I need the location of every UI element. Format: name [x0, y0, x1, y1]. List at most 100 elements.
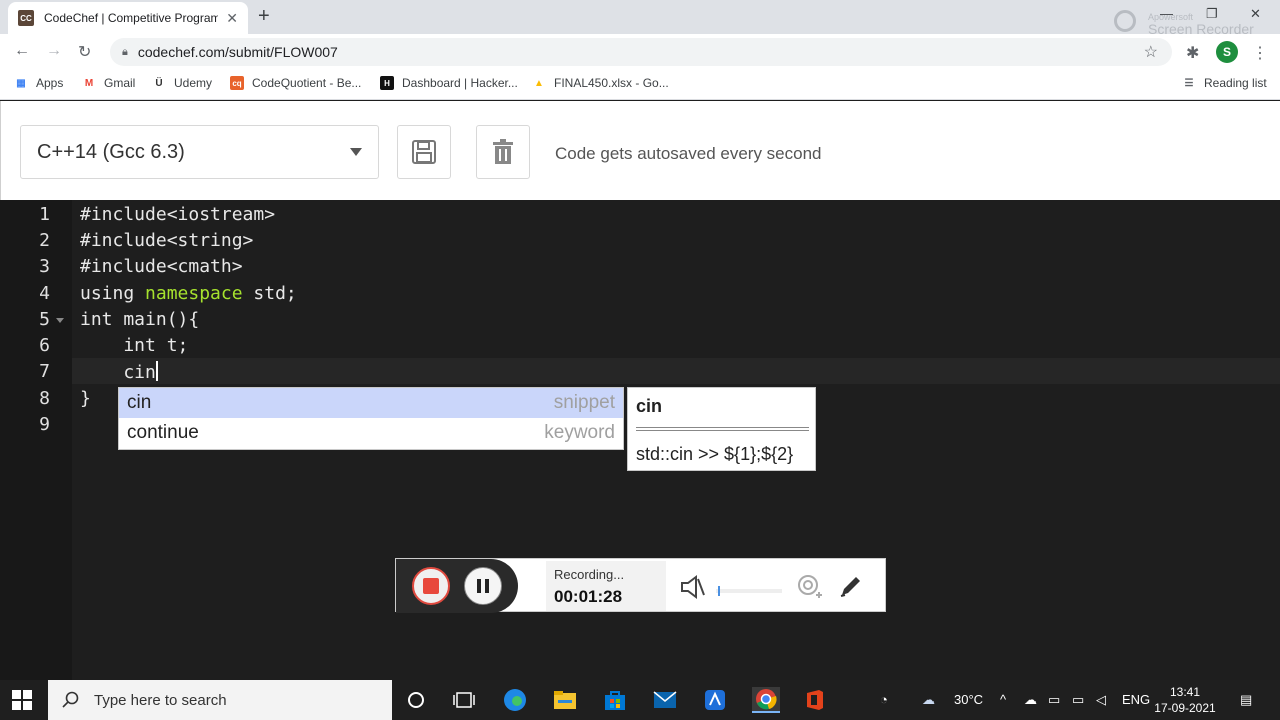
recording-timer: 00:01:28: [554, 587, 623, 606]
notifications-icon[interactable]: ▤: [1240, 692, 1252, 708]
minimize-icon[interactable]: —: [1160, 6, 1173, 21]
back-icon[interactable]: ←: [14, 42, 30, 60]
bookmark-star-icon[interactable]: ☆: [1144, 42, 1158, 62]
profile-avatar[interactable]: S: [1216, 41, 1238, 63]
webcam-icon[interactable]: [796, 573, 824, 601]
delete-button[interactable]: [476, 125, 530, 179]
bookmark-hackerrank[interactable]: H Dashboard | Hacker...: [380, 76, 518, 90]
close-window-icon[interactable]: ✕: [1250, 6, 1261, 22]
url-text: codechef.com/submit/FLOW007: [137, 44, 338, 60]
code-line: #include<iostream>: [80, 204, 276, 225]
bookmarks-bar: ▦ Apps M Gmail Ü Udemy cq CodeQuotient -…: [0, 70, 1280, 100]
language-select[interactable]: C++14 (Gcc 6.3): [20, 125, 379, 179]
screen: CC CodeChef | Competitive Programm ✕ + A…: [0, 0, 1280, 720]
floppy-save-icon: [412, 140, 436, 164]
security-app-icon[interactable]: [702, 687, 728, 713]
autocomplete-item-continue[interactable]: continue keyword: [119, 418, 623, 448]
chevron-up-icon[interactable]: ^: [1000, 692, 1006, 707]
temperature[interactable]: 30°C: [954, 692, 983, 707]
save-button[interactable]: [397, 125, 451, 179]
microsoft-store-icon[interactable]: [602, 687, 628, 713]
line-number: 9: [39, 414, 50, 435]
autocomplete-list: cin snippet continue keyword: [118, 387, 624, 450]
chrome-icon[interactable]: [752, 687, 780, 713]
browser-tab[interactable]: CC CodeChef | Competitive Programm ✕: [8, 2, 248, 34]
line-number: 1: [39, 204, 50, 225]
mail-icon[interactable]: [652, 687, 678, 713]
task-view-icon[interactable]: [451, 687, 477, 713]
tray-app-icon[interactable]: ◔: [880, 692, 888, 707]
menu-kebab-icon[interactable]: ⋮: [1252, 43, 1268, 63]
code-line: #include<cmath>: [80, 256, 243, 277]
codechef-favicon-icon: CC: [18, 10, 34, 26]
code-line: using namespace std;: [80, 283, 297, 304]
bookmark-google-drive[interactable]: ▲ FINAL450.xlsx - Go...: [532, 76, 669, 90]
tab-title: CodeChef | Competitive Programm: [44, 11, 219, 25]
reading-list[interactable]: ☰ Reading list: [1182, 76, 1267, 90]
language-value: C++14 (Gcc 6.3): [37, 140, 185, 163]
fold-arrow-icon[interactable]: [56, 318, 64, 323]
address-bar[interactable]: 🔒︎ codechef.com/submit/FLOW007 ☆: [110, 38, 1172, 66]
volume-slider[interactable]: [716, 586, 782, 596]
line-number: 3: [39, 256, 50, 277]
udemy-icon: Ü: [155, 77, 163, 89]
extensions-icon[interactable]: ✱: [1186, 43, 1199, 63]
code-line: }: [80, 388, 91, 409]
code-line: int t;: [80, 335, 189, 356]
weather-cloud-icon[interactable]: ☁: [922, 692, 935, 708]
google-drive-icon: ▲: [534, 77, 544, 89]
forward-icon[interactable]: →: [46, 42, 62, 60]
pause-recording-button[interactable]: [464, 567, 502, 605]
edge-browser-icon[interactable]: [502, 687, 528, 713]
reload-icon[interactable]: ↻: [78, 42, 91, 62]
code-line: int main(){: [80, 309, 200, 330]
line-number: 2: [39, 230, 50, 251]
doc-divider: [636, 427, 809, 431]
line-number: 5: [39, 309, 50, 330]
line-number: 6: [39, 335, 50, 356]
autosave-message: Code gets autosaved every second: [555, 144, 822, 163]
system-clock[interactable]: 13:41 17-09-2021: [1152, 684, 1218, 716]
bookmark-gmail[interactable]: M Gmail: [82, 76, 136, 90]
line-number: 4: [39, 283, 50, 304]
recording-status: Recording... 00:01:28: [546, 561, 666, 611]
code-line-active: cin: [80, 361, 158, 383]
file-explorer-icon[interactable]: [552, 687, 578, 713]
trash-icon: [493, 139, 513, 164]
input-language[interactable]: ENG: [1122, 692, 1150, 707]
stop-recording-button[interactable]: [412, 567, 450, 605]
speaker-muted-icon[interactable]: [680, 575, 706, 599]
stop-icon: [423, 578, 439, 594]
line-number: 8: [39, 388, 50, 409]
browser-toolbar: ← → ↻ 🔒︎ codechef.com/submit/FLOW007 ☆ ✱…: [0, 34, 1280, 70]
volume-level: [718, 586, 720, 596]
volume-icon[interactable]: ◁: [1096, 692, 1106, 708]
bookmark-udemy[interactable]: Ü Udemy: [152, 76, 212, 90]
pen-annotate-icon[interactable]: [838, 573, 864, 599]
tab-close-icon[interactable]: ✕: [226, 10, 238, 27]
editor-header: C++14 (Gcc 6.3) Code gets autosaved ever…: [0, 101, 1280, 200]
recorder-controls: [396, 559, 518, 613]
new-tab-icon[interactable]: +: [258, 6, 270, 26]
chevron-down-icon: [350, 148, 362, 156]
bookmark-codequotient[interactable]: cq CodeQuotient - Be...: [230, 76, 361, 90]
active-line-highlight: [72, 358, 1280, 384]
onedrive-icon[interactable]: ☁: [1024, 692, 1037, 708]
windows-taskbar: Type here to search ◔ ☁ 30°C ^ ☁ ▭ ▭ ◁ E…: [0, 680, 1280, 720]
line-number: 7: [39, 361, 50, 382]
codequotient-icon: cq: [230, 76, 244, 90]
pause-icon: [477, 579, 481, 593]
meet-now-icon[interactable]: ▭: [1048, 692, 1060, 708]
office-icon[interactable]: [802, 687, 828, 713]
hackerrank-icon: H: [380, 76, 394, 90]
bookmark-apps[interactable]: ▦ Apps: [14, 76, 63, 90]
taskbar-search[interactable]: Type here to search: [48, 680, 392, 720]
battery-icon[interactable]: ▭: [1072, 692, 1084, 708]
lock-icon: 🔒︎: [122, 45, 128, 58]
cortana-icon[interactable]: [403, 687, 429, 713]
browser-tab-bar: CC CodeChef | Competitive Programm ✕ + A…: [0, 0, 1280, 37]
autocomplete-item-cin[interactable]: cin snippet: [119, 388, 623, 418]
apps-grid-icon: ▦: [16, 77, 26, 89]
restore-icon[interactable]: ❐: [1206, 6, 1218, 22]
windows-start-icon[interactable]: [12, 690, 32, 710]
